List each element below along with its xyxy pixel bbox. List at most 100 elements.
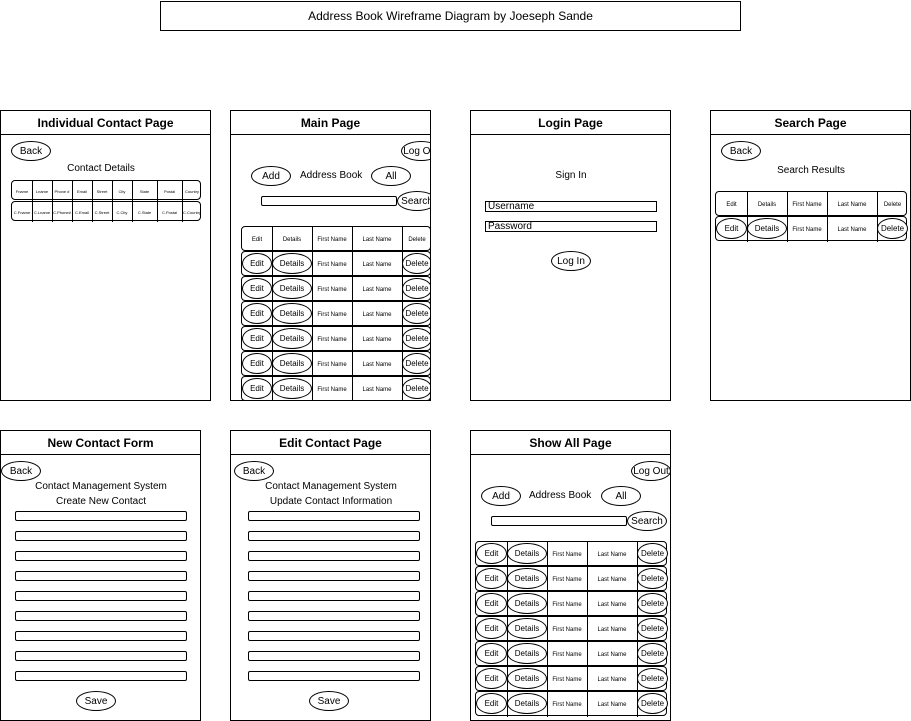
login-button[interactable]: Log In (551, 251, 591, 271)
delete-button[interactable]: Delete (637, 693, 668, 714)
table-header-cell: Edit (726, 201, 737, 208)
save-button[interactable]: Save (76, 691, 116, 711)
details-header-cell: Postal (163, 188, 176, 194)
details-button[interactable]: Details (507, 668, 547, 689)
address-book-heading: Address Book (529, 490, 592, 501)
delete-button[interactable]: Delete (402, 303, 430, 324)
last-name-cell: Last Name (362, 386, 392, 393)
panel-title: Search Page (711, 111, 910, 135)
details-button[interactable]: Details (272, 278, 312, 299)
form-input[interactable] (15, 651, 187, 661)
details-header-row: Fname Lname Phone # Email Street City State Pos… (11, 180, 201, 201)
edit-button[interactable]: Edit (242, 253, 272, 274)
details-button[interactable]: Details (507, 693, 547, 714)
back-button[interactable]: Back (721, 141, 761, 161)
details-value-cell: C.Postal (161, 209, 178, 215)
edit-button[interactable]: Edit (476, 593, 507, 614)
edit-button[interactable]: Edit (476, 568, 507, 589)
details-header-cell: Email (76, 188, 87, 194)
form-input[interactable] (248, 511, 420, 521)
form-input[interactable] (248, 571, 420, 581)
delete-button[interactable]: Delete (402, 353, 430, 374)
edit-button[interactable]: Edit (242, 303, 272, 324)
delete-button[interactable]: Delete (877, 218, 908, 239)
main-page-panel: Main Page Log Out Add Address Book All S… (230, 110, 431, 401)
search-button[interactable]: Search (397, 191, 430, 211)
back-button[interactable]: Back (1, 461, 41, 481)
logout-button[interactable]: Log Out (631, 461, 670, 481)
edit-button[interactable]: Edit (476, 618, 507, 639)
details-button[interactable]: Details (272, 378, 312, 399)
form-input[interactable] (248, 671, 420, 681)
form-input[interactable] (15, 671, 187, 681)
details-button[interactable]: Details (747, 218, 787, 239)
first-name-cell: First Name (552, 601, 582, 608)
last-name-cell: Last Name (597, 626, 627, 633)
logout-button[interactable]: Log Out (401, 141, 430, 161)
delete-button[interactable]: Delete (637, 568, 668, 589)
panel-title: Show All Page (471, 431, 670, 455)
details-button[interactable]: Details (272, 303, 312, 324)
last-name-cell: Last Name (597, 576, 627, 583)
form-input[interactable] (15, 531, 187, 541)
edit-button[interactable]: Edit (242, 328, 272, 349)
delete-button[interactable]: Delete (637, 618, 668, 639)
details-button[interactable]: Details (507, 543, 547, 564)
first-name-cell: First Name (317, 261, 347, 268)
form-input[interactable] (248, 531, 420, 541)
password-field[interactable]: Password (485, 221, 657, 232)
details-button[interactable]: Details (507, 568, 547, 589)
form-input[interactable] (15, 511, 187, 521)
edit-button[interactable]: Edit (716, 218, 747, 239)
add-button[interactable]: Add (481, 486, 521, 506)
delete-button[interactable]: Delete (637, 593, 668, 614)
edit-button[interactable]: Edit (476, 543, 507, 564)
table-row: Edit Details First Name Last Name Delete (241, 326, 430, 352)
delete-button[interactable]: Delete (637, 543, 668, 564)
back-button[interactable]: Back (234, 461, 274, 481)
add-button[interactable]: Add (251, 166, 291, 186)
delete-button[interactable]: Delete (402, 253, 430, 274)
details-button[interactable]: Details (272, 328, 312, 349)
details-button[interactable]: Details (272, 353, 312, 374)
form-input[interactable] (15, 551, 187, 561)
all-button[interactable]: All (371, 166, 411, 186)
form-input[interactable] (248, 551, 420, 561)
form-input[interactable] (15, 571, 187, 581)
details-value-cell: C.Email (74, 209, 89, 215)
edit-button[interactable]: Edit (242, 278, 272, 299)
show-all-panel: Show All Page Log Out Add Address Book A… (470, 430, 671, 721)
form-input[interactable] (248, 631, 420, 641)
details-button[interactable]: Details (507, 618, 547, 639)
delete-button[interactable]: Delete (637, 668, 668, 689)
back-button[interactable]: Back (11, 141, 51, 161)
delete-button[interactable]: Delete (402, 328, 430, 349)
details-button[interactable]: Details (272, 253, 312, 274)
form-input[interactable] (15, 611, 187, 621)
form-input[interactable] (15, 631, 187, 641)
details-button[interactable]: Details (507, 643, 547, 664)
edit-button[interactable]: Edit (242, 378, 272, 399)
edit-button[interactable]: Edit (476, 643, 507, 664)
details-button[interactable]: Details (507, 593, 547, 614)
search-input[interactable] (261, 196, 397, 206)
form-input[interactable] (248, 651, 420, 661)
contact-details-table: Fname Lname Phone # Email Street City State Pos… (11, 180, 202, 222)
form-input[interactable] (248, 591, 420, 601)
username-field[interactable]: Username (485, 201, 657, 212)
save-button[interactable]: Save (309, 691, 349, 711)
delete-button[interactable]: Delete (637, 643, 668, 664)
login-page-panel: Login Page Sign In Username Password Log… (470, 110, 671, 401)
form-input[interactable] (248, 611, 420, 621)
delete-button[interactable]: Delete (402, 278, 430, 299)
table-row: Edit Details First Name Last Name Delete (475, 691, 668, 717)
form-input[interactable] (15, 591, 187, 601)
edit-button[interactable]: Edit (476, 693, 507, 714)
search-input[interactable] (491, 516, 627, 526)
search-button[interactable]: Search (627, 511, 667, 531)
panel-title: Individual Contact Page (1, 111, 210, 135)
delete-button[interactable]: Delete (402, 378, 430, 399)
edit-button[interactable]: Edit (476, 668, 507, 689)
edit-button[interactable]: Edit (242, 353, 272, 374)
all-button[interactable]: All (601, 486, 641, 506)
